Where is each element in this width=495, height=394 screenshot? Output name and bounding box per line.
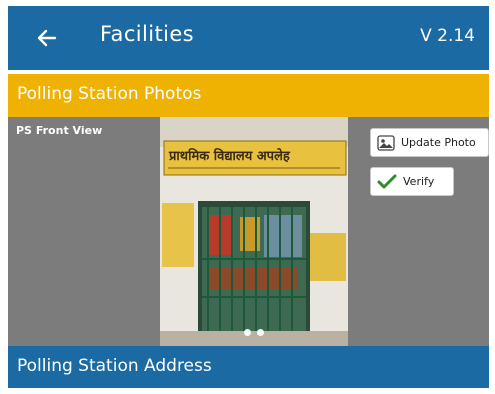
arrow-back-icon[interactable]	[33, 24, 61, 52]
checkmark-icon	[377, 174, 397, 190]
section-header-address[interactable]: Polling Station Address	[8, 346, 489, 388]
verify-label: Verify	[403, 175, 435, 188]
ps-front-view-label: PS Front View	[16, 124, 103, 137]
photo-section: PS Front View प्राथमिक विद्यालय अपलेह Up…	[8, 117, 489, 346]
polling-station-photo[interactable]: प्राथमिक विद्यालय अपलेह	[160, 117, 348, 346]
image-icon	[377, 134, 395, 151]
app-version: V 2.14	[420, 26, 475, 46]
verify-button[interactable]: Verify	[370, 167, 454, 196]
app-screen: Facilities V 2.14 Polling Station Photos…	[8, 6, 489, 388]
carousel-indicator	[160, 321, 348, 340]
section-header-photos: Polling Station Photos	[8, 74, 489, 117]
carousel-dot[interactable]	[257, 329, 264, 336]
update-photo-button[interactable]: Update Photo	[370, 128, 489, 157]
section-title-address: Polling Station Address	[17, 356, 212, 376]
section-title-photos: Polling Station Photos	[17, 84, 202, 104]
update-photo-label: Update Photo	[401, 136, 476, 149]
carousel-dot[interactable]	[244, 329, 251, 336]
page-title: Facilities	[100, 22, 194, 46]
sign-board-text: प्राथमिक विद्यालय अपलेह	[168, 148, 291, 164]
app-bar: Facilities V 2.14	[8, 6, 489, 70]
